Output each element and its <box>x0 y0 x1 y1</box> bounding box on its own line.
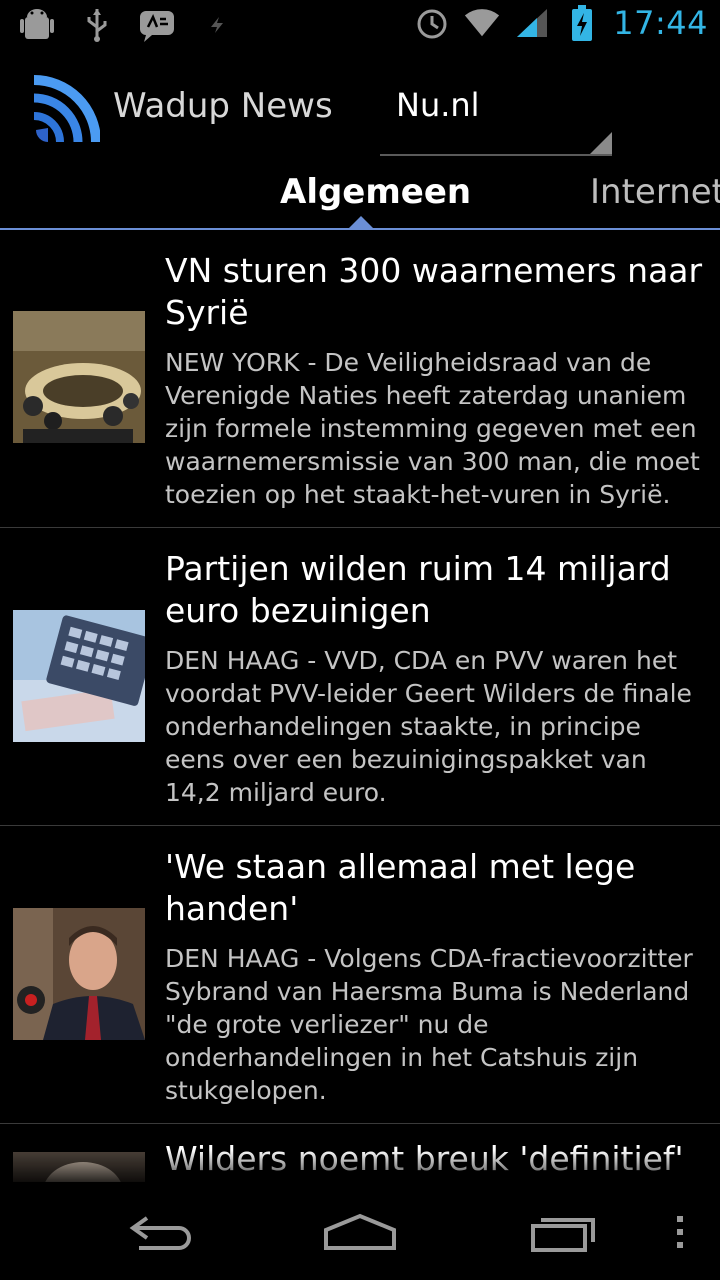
android-debug-icon <box>18 6 56 44</box>
article-title: VN sturen 300 waarnemers naar Syrië <box>165 251 703 332</box>
article-thumbnail <box>13 908 145 1040</box>
home-button[interactable] <box>318 1204 402 1260</box>
overflow-menu-button[interactable] <box>664 1204 696 1260</box>
tab-indicator <box>349 216 373 228</box>
back-button[interactable] <box>118 1204 202 1260</box>
tab-algemeen[interactable]: Algemeen <box>280 172 471 212</box>
voicemail-icon <box>138 6 176 44</box>
article-thumbnail <box>13 610 145 742</box>
recent-apps-button[interactable] <box>522 1204 606 1260</box>
wifi-icon <box>463 4 501 42</box>
status-bar: 17:44 <box>0 0 720 50</box>
article-summary: DEN HAAG - Volgens CDA-fractievoorzitter… <box>165 944 693 1105</box>
article-summary: NEW YORK - De Veiligheidsraad van de Ver… <box>165 348 700 509</box>
alarm-icon <box>413 4 451 42</box>
article-list[interactable]: VN sturen 300 waarnemers naar Syrië NEW … <box>0 230 720 1182</box>
list-item[interactable]: 'We staan allemaal met lege handen' DEN … <box>0 826 720 1124</box>
battery-charging-icon <box>563 4 601 42</box>
usb-icon <box>78 6 116 44</box>
navigation-bar <box>0 1184 720 1280</box>
back-icon <box>129 1216 191 1250</box>
home-icon <box>324 1213 396 1250</box>
source-spinner[interactable]: Nu.nl <box>380 70 612 156</box>
overflow-menu-icon <box>677 1216 683 1248</box>
list-item[interactable]: Partijen wilden ruim 14 miljard euro bez… <box>0 528 720 826</box>
recent-apps-icon <box>531 1218 595 1252</box>
app-title: Wadup News <box>113 86 333 126</box>
spinner-arrow-icon <box>590 132 612 154</box>
category-tabs: Algemeen Internet <box>0 162 720 230</box>
signal-icon <box>513 4 551 42</box>
article-summary: DEN HAAG - VVD, CDA en PVV waren het voo… <box>165 646 692 807</box>
action-bar: Wadup News Nu.nl <box>0 50 720 162</box>
tab-internet[interactable]: Internet <box>590 172 720 212</box>
article-thumbnail <box>13 311 145 443</box>
source-selected: Nu.nl <box>396 86 480 124</box>
status-clock: 17:44 <box>613 4 708 42</box>
article-title: Partijen wilden ruim 14 miljard euro bez… <box>165 549 671 630</box>
app-logo-icon[interactable] <box>30 72 101 143</box>
list-item[interactable]: VN sturen 300 waarnemers naar Syrië NEW … <box>0 230 720 528</box>
lightning-icon <box>198 6 236 44</box>
article-title: 'We staan allemaal met lege handen' <box>165 847 636 928</box>
